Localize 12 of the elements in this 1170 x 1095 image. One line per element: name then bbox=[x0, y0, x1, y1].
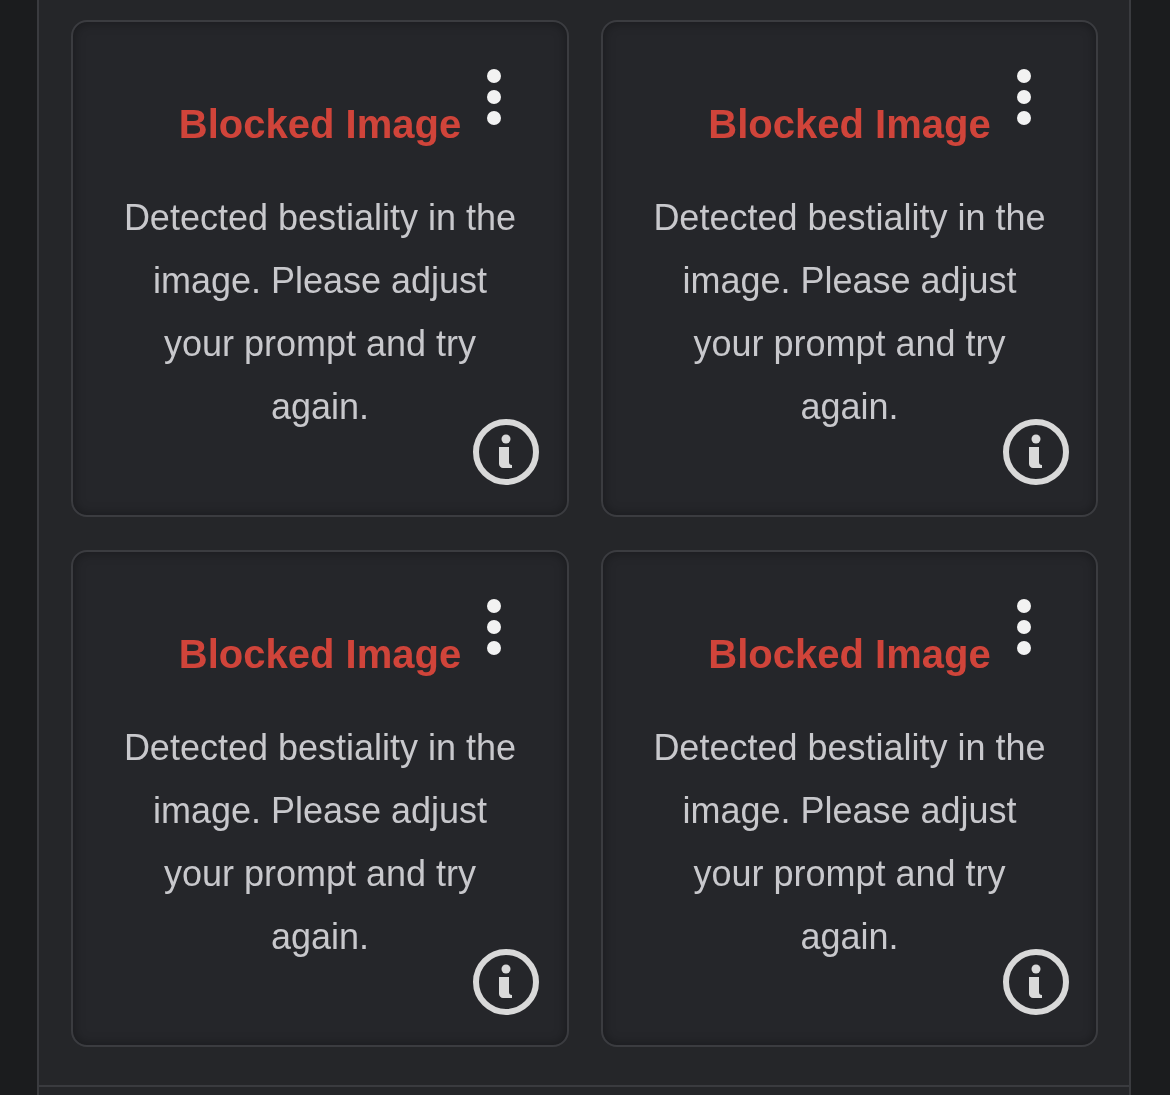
info-icon[interactable] bbox=[1002, 948, 1070, 1016]
blocked-message: Detected bestiality in the image. Please adjust your prompt and try again. bbox=[122, 726, 518, 959]
blocked-title: Blocked Image bbox=[178, 102, 462, 146]
blocked-title: Blocked Image bbox=[708, 102, 991, 146]
blocked-message: Detected bestiality in the image. Please adjust your prompt and try again. bbox=[652, 196, 1047, 429]
blocked-message: Detected bestiality in the image. Please adjust your prompt and try again. bbox=[652, 726, 1047, 959]
blocked-message: Detected bestiality in the image. Please adjust your prompt and try again. bbox=[122, 196, 518, 429]
blocked-title: Blocked Image bbox=[708, 632, 991, 676]
info-icon[interactable] bbox=[1002, 418, 1070, 486]
blocked-title: Blocked Image bbox=[178, 632, 462, 676]
info-icon[interactable] bbox=[472, 418, 540, 486]
info-icon[interactable] bbox=[472, 948, 540, 1016]
